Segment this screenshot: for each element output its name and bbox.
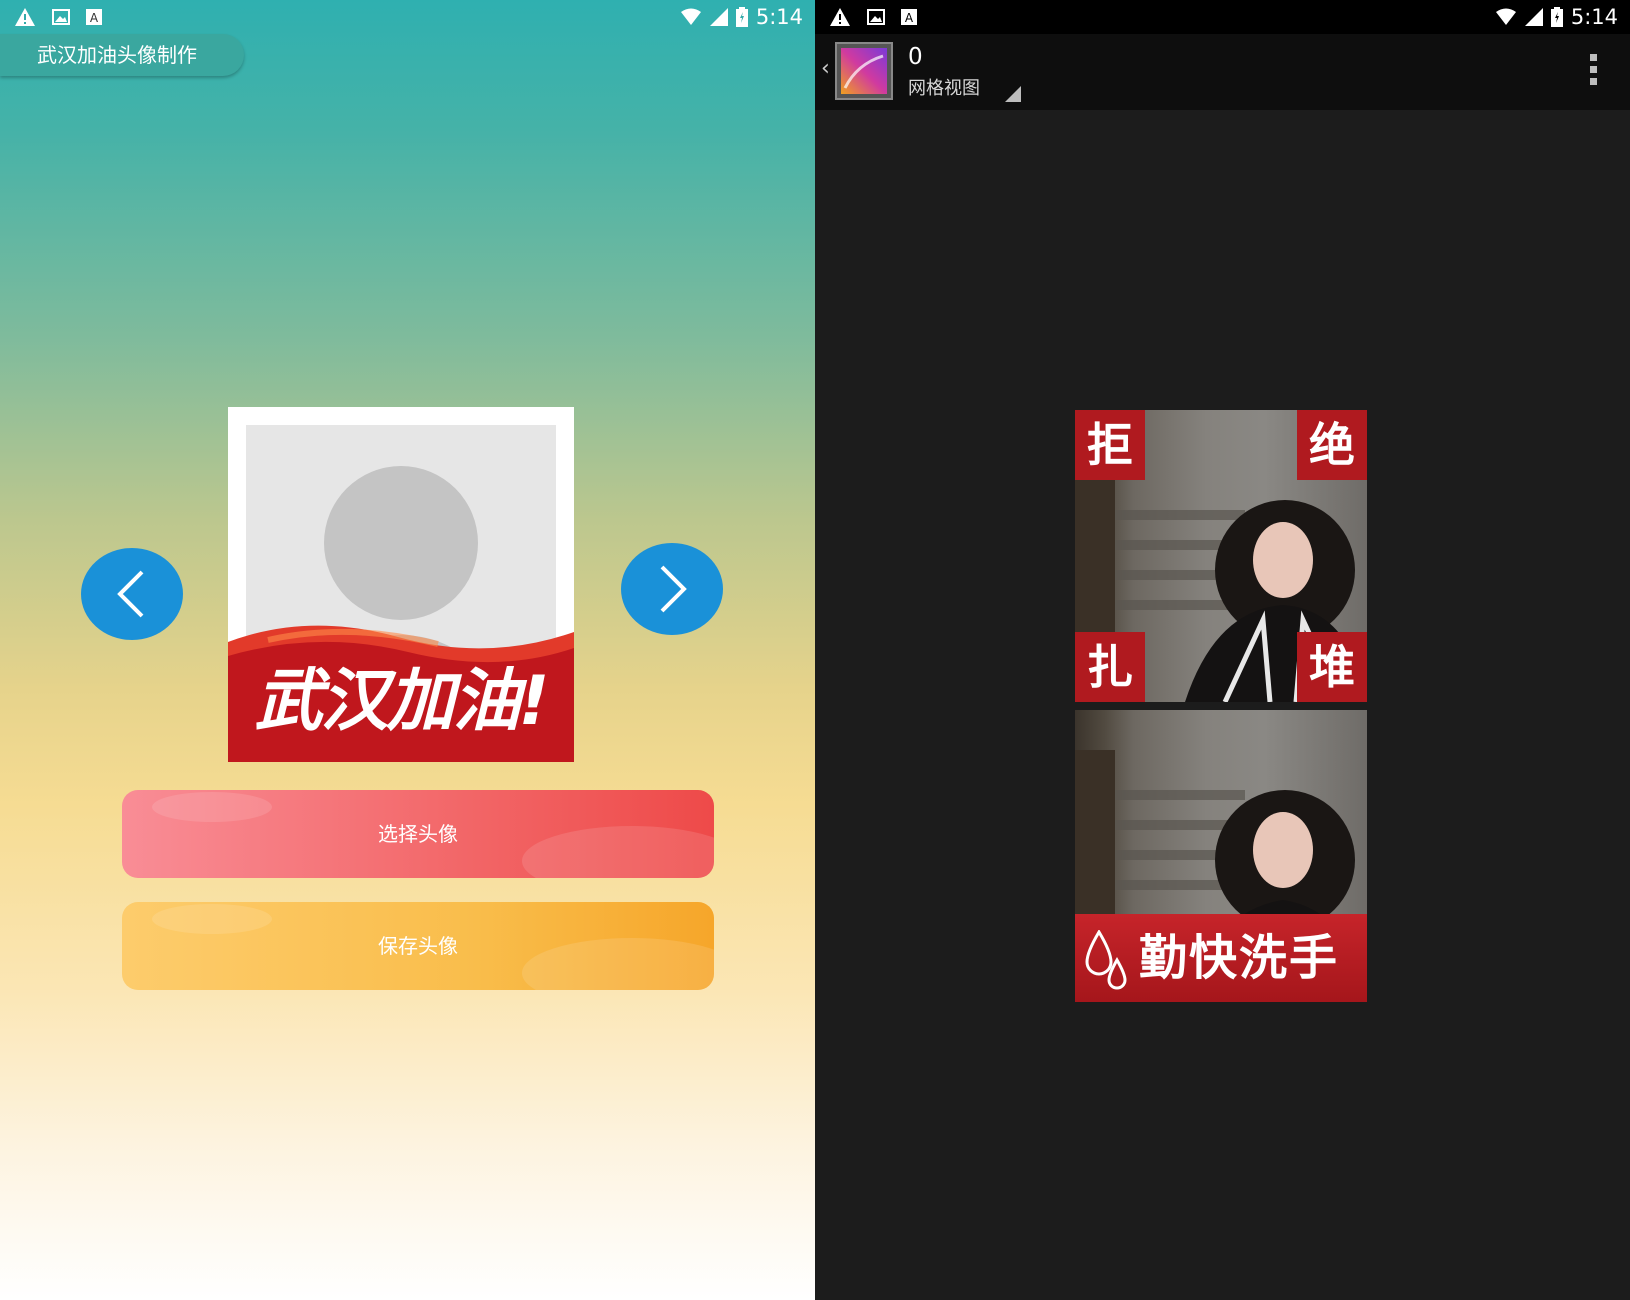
tile-char-2: 绝	[1297, 410, 1367, 480]
tile-char-4: 堆	[1297, 632, 1367, 702]
overflow-menu-icon[interactable]	[1590, 54, 1598, 85]
chevron-left-icon	[117, 570, 144, 618]
wifi-icon	[1495, 8, 1516, 25]
gallery-app-icon[interactable]	[835, 42, 893, 100]
warning-icon	[15, 8, 35, 26]
previous-frame-button[interactable]	[81, 548, 183, 640]
view-mode-label[interactable]: 网格视图	[908, 74, 980, 100]
gallery-screen: A 5:14 ‹ 0 网格视图 拒 绝 扎 堆 勤快洗手	[815, 0, 1630, 1300]
image-icon	[52, 9, 70, 25]
chevron-right-icon	[660, 565, 687, 613]
water-drop-icon	[1085, 930, 1127, 990]
back-chevron-icon[interactable]: ‹	[821, 56, 830, 81]
status-bar: A 5:14	[0, 0, 815, 34]
avatar-maker-screen: A 5:14 武汉加油头像制作 武汉加油! 选择头像 保存头像	[0, 0, 815, 1300]
a-icon: A	[86, 9, 102, 25]
select-avatar-button[interactable]: 选择头像	[122, 790, 714, 878]
tile-char-3: 扎	[1075, 632, 1145, 702]
tile-banner-text: 勤快洗手	[1138, 930, 1339, 986]
status-bar: A 5:14	[815, 0, 1630, 34]
avatar-preview: 武汉加油!	[228, 407, 574, 762]
tile-banner: 勤快洗手	[1075, 914, 1367, 1002]
gallery-action-bar: ‹ 0 网格视图	[815, 34, 1630, 110]
avatar-banner-text: 武汉加油!	[254, 662, 549, 741]
app-title: 武汉加油头像制作	[0, 34, 244, 76]
image-icon	[867, 9, 885, 25]
signal-icon	[1524, 8, 1543, 26]
svg-text:A: A	[90, 11, 99, 25]
dropdown-triangle-icon[interactable]	[1005, 86, 1021, 102]
signal-icon	[709, 8, 728, 26]
wifi-icon	[680, 8, 701, 25]
grid-image-2[interactable]: 勤快洗手	[1075, 710, 1367, 1002]
album-count: 0	[908, 44, 923, 70]
grid-image-1[interactable]: 拒 绝 扎 堆	[1075, 410, 1367, 702]
status-time: 5:14	[755, 5, 803, 29]
warning-icon	[830, 8, 850, 26]
status-time: 5:14	[1570, 5, 1618, 29]
svg-text:A: A	[905, 11, 914, 25]
next-frame-button[interactable]	[621, 543, 723, 635]
tile-char-1: 拒	[1075, 410, 1145, 480]
save-avatar-button[interactable]: 保存头像	[122, 902, 714, 990]
battery-icon	[735, 7, 748, 27]
a-icon: A	[901, 9, 917, 25]
battery-icon	[1550, 7, 1563, 27]
